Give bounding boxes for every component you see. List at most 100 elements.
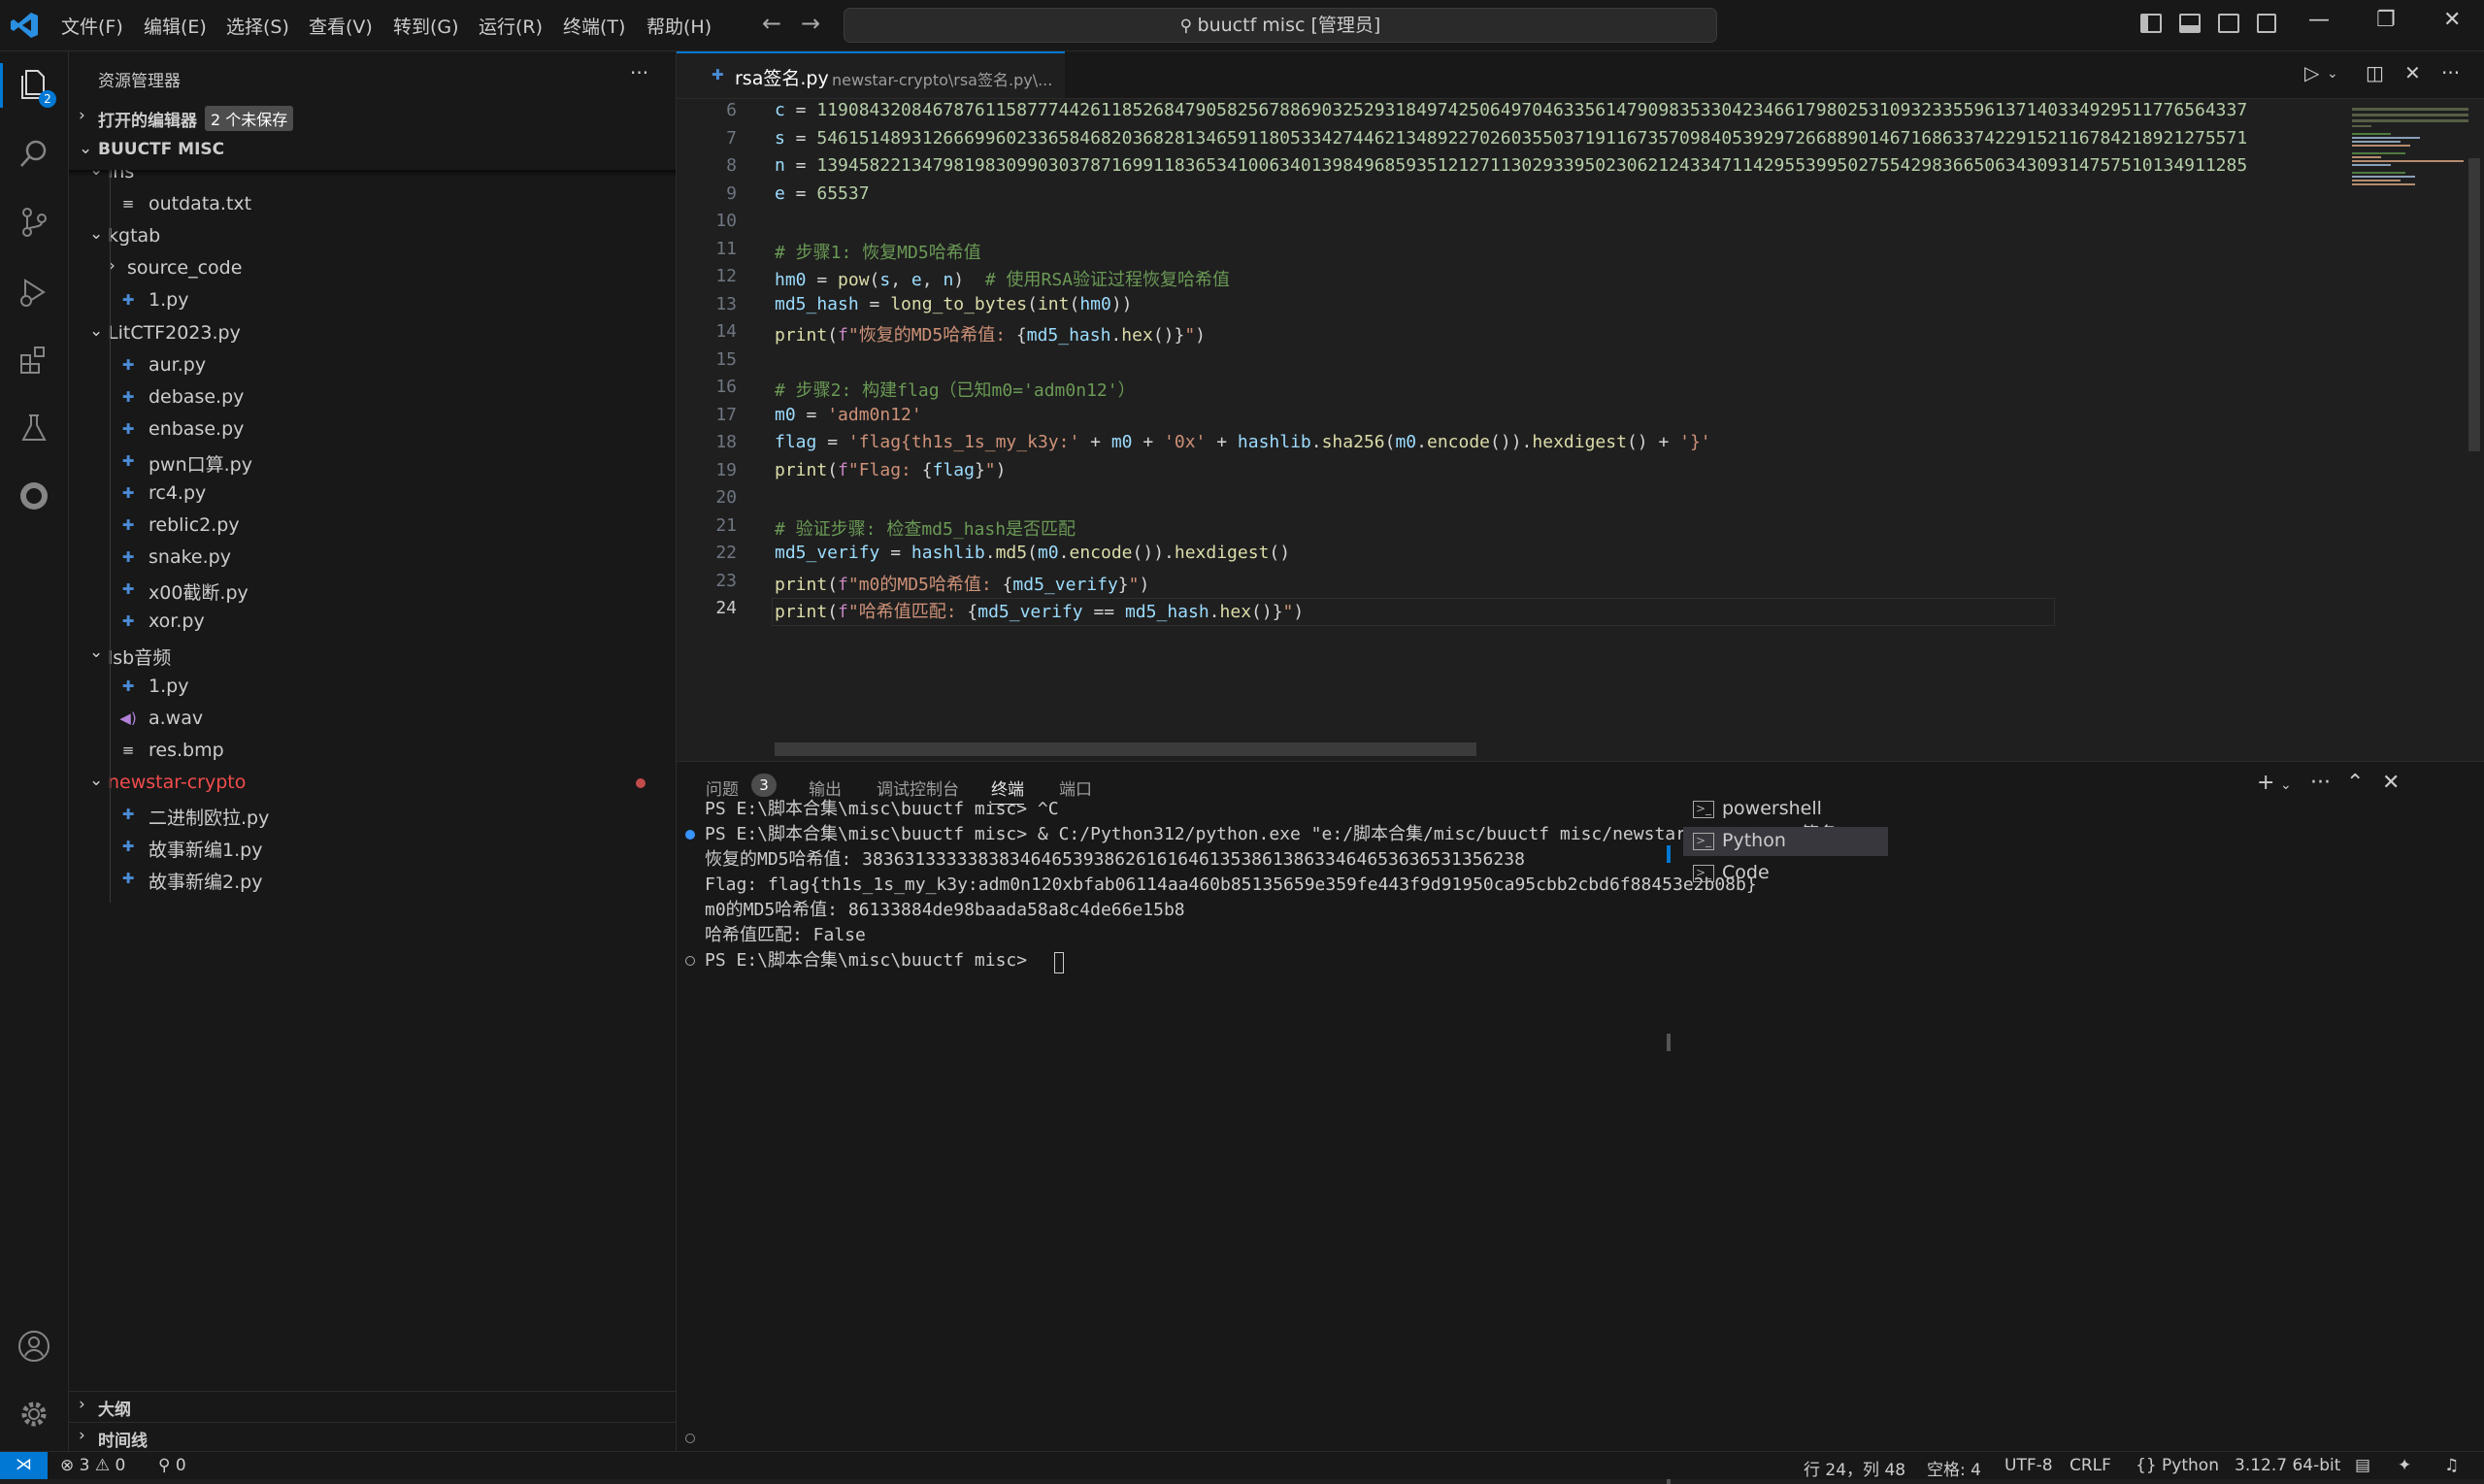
code-line[interactable]: 24 print(f"哈希值匹配: {md5_verify == md5_hash… bbox=[677, 598, 2346, 626]
editor-vertical-scrollbar[interactable] bbox=[2468, 158, 2480, 451]
tree-item[interactable]: ✚ aur.py bbox=[69, 349, 676, 381]
run-debug-icon[interactable] bbox=[17, 275, 51, 310]
code-line[interactable]: 12 hm0 = pow(s, e, n) # 使用RSA验证过程恢复哈希值 bbox=[677, 266, 2346, 294]
problems-status[interactable]: ⊗ 3 ⚠ 0 bbox=[60, 1456, 125, 1475]
tree-item[interactable]: ✚ snake.py bbox=[69, 542, 676, 574]
toggle-secondary-sidebar-icon[interactable] bbox=[2218, 14, 2239, 33]
code-line[interactable]: 8 n = 13945822134798198309903037871699118… bbox=[677, 155, 2346, 183]
tree-item[interactable]: ✚ rc4.py bbox=[69, 478, 676, 510]
cursor-position[interactable]: 行 24，列 48 bbox=[1804, 1456, 1905, 1480]
notifications-bell-icon[interactable]: ♫ bbox=[2444, 1456, 2459, 1475]
tree-item[interactable]: ✚ 1.py bbox=[69, 671, 676, 703]
encoding[interactable]: UTF-8 bbox=[2004, 1456, 2053, 1475]
code-line[interactable]: 16 # 步骤2: 构建flag（已知m0='adm0n12'） bbox=[677, 377, 2346, 405]
terminal-instance[interactable]: >_ Python bbox=[1683, 827, 1888, 856]
indentation[interactable]: 空格: 4 bbox=[1927, 1456, 1981, 1480]
terminal-instance[interactable]: >_ powershell bbox=[1683, 795, 1888, 824]
forward-arrow-icon[interactable]: → bbox=[801, 10, 820, 37]
menu-item[interactable]: 编辑(E) bbox=[144, 13, 207, 39]
code-line[interactable]: 14 print(f"恢复的MD5哈希值: {md5_hash.hex()}") bbox=[677, 321, 2346, 349]
code-line[interactable]: 11 # 步骤1: 恢复MD5哈希值 bbox=[677, 239, 2346, 267]
terminal-instance[interactable]: >_ Code bbox=[1683, 859, 1888, 888]
new-terminal-icon[interactable]: + bbox=[2257, 771, 2274, 795]
tree-item[interactable]: ≡ res.bmp bbox=[69, 735, 676, 767]
menu-item[interactable]: 运行(R) bbox=[479, 13, 543, 39]
editor-horizontal-scrollbar[interactable] bbox=[775, 742, 1476, 756]
terminal-dropdown-icon[interactable]: ⌄ bbox=[2280, 777, 2292, 793]
menu-item[interactable]: 查看(V) bbox=[309, 13, 373, 39]
copilot-icon[interactable]: ✦ bbox=[2398, 1456, 2411, 1475]
timeline-section[interactable]: › 时间线 bbox=[69, 1422, 676, 1451]
ports-status[interactable]: ⚲ 0 bbox=[158, 1456, 186, 1475]
tree-item[interactable]: ✚ 二进制欧拉.py bbox=[69, 799, 676, 831]
settings-gear-icon[interactable] bbox=[17, 1397, 51, 1432]
file-icon[interactable]: ▤ bbox=[2355, 1456, 2370, 1475]
tree-item[interactable]: ⌄ lsb音频 bbox=[69, 639, 676, 671]
code-line[interactable]: 9 e = 65537 bbox=[677, 183, 2346, 212]
tree-item[interactable]: › source_code bbox=[69, 252, 676, 284]
close-window-icon[interactable]: ✕ bbox=[2443, 8, 2461, 32]
toggle-primary-sidebar-icon[interactable] bbox=[2140, 14, 2162, 33]
restore-icon[interactable]: ❐ bbox=[2376, 8, 2396, 32]
tree-item[interactable]: ✚ xor.py bbox=[69, 606, 676, 638]
tree-item[interactable]: ✚ 故事新编2.py bbox=[69, 863, 676, 895]
tree-item[interactable]: ⌄ kgtab bbox=[69, 220, 676, 252]
folder-section[interactable]: ⌄ BUUCTF MISC bbox=[69, 136, 676, 165]
tree-item[interactable]: ✚ reblic2.py bbox=[69, 510, 676, 542]
more-actions-icon[interactable]: ··· bbox=[630, 61, 648, 84]
command-decoration-icon[interactable] bbox=[685, 956, 695, 966]
minimize-icon[interactable]: — bbox=[2308, 8, 2330, 32]
close-tab-icon[interactable]: ✕ bbox=[2404, 61, 2421, 84]
testing-flask-icon[interactable] bbox=[17, 411, 51, 445]
tree-item[interactable]: ✚ 1.py bbox=[69, 284, 676, 316]
back-arrow-icon[interactable]: ← bbox=[762, 10, 781, 37]
close-panel-icon[interactable]: ✕ bbox=[2382, 771, 2400, 795]
search-icon[interactable] bbox=[17, 137, 51, 172]
menu-item[interactable]: 帮助(H) bbox=[646, 13, 712, 39]
terminal-output[interactable]: PS E:\脚本合集\misc\buuctf misc> ^C PS E:\脚本合… bbox=[677, 762, 1879, 1452]
toggle-panel-icon[interactable] bbox=[2179, 14, 2201, 33]
code-line[interactable]: 7 s = 54615148931266699602336584682036828… bbox=[677, 128, 2346, 156]
code-line[interactable]: 22 md5_verify = hashlib.md5(m0.encode()).… bbox=[677, 543, 2346, 571]
tree-item[interactable]: ⌄ newstar-crypto bbox=[69, 767, 676, 799]
menu-item[interactable]: 文件(F) bbox=[61, 13, 123, 39]
extensions-icon[interactable] bbox=[17, 343, 51, 378]
line-ending[interactable]: CRLF bbox=[2070, 1456, 2111, 1475]
open-editors-section[interactable]: › 打开的编辑器 2 个未保存 bbox=[69, 103, 676, 132]
command-decoration-icon[interactable] bbox=[685, 830, 695, 840]
code-area[interactable]: 6 c = 11908432084678761158777442611852684… bbox=[677, 98, 2352, 739]
tree-item[interactable]: ✚ 没e.py bbox=[69, 895, 676, 903]
menu-item[interactable]: 终端(T) bbox=[563, 13, 625, 39]
tree-item[interactable]: ◀) a.wav bbox=[69, 703, 676, 735]
code-line[interactable]: 20 bbox=[677, 487, 2346, 515]
account-icon[interactable] bbox=[17, 1329, 51, 1364]
editor-more-icon[interactable]: ··· bbox=[2441, 61, 2460, 84]
code-line[interactable]: 15 bbox=[677, 349, 2346, 378]
menu-item[interactable]: 转到(G) bbox=[393, 13, 459, 39]
outline-section[interactable]: › 大纲 bbox=[69, 1391, 676, 1421]
source-control-icon[interactable] bbox=[17, 205, 51, 240]
customize-layout-icon[interactable] bbox=[2257, 14, 2276, 33]
maximize-panel-icon[interactable]: ⌃ bbox=[2346, 771, 2364, 795]
code-line[interactable]: 17 m0 = 'adm0n12' bbox=[677, 405, 2346, 433]
menu-item[interactable]: 选择(S) bbox=[226, 13, 289, 39]
tree-item[interactable]: ⌄ LitCTF2023.py bbox=[69, 317, 676, 349]
code-line[interactable]: 10 bbox=[677, 211, 2346, 239]
language-mode[interactable]: {} Python bbox=[2136, 1456, 2219, 1475]
run-dropdown-icon[interactable]: ⌄ bbox=[2327, 66, 2338, 82]
code-line[interactable]: 19 print(f"Flag: {flag}") bbox=[677, 460, 2346, 488]
code-line[interactable]: 23 print(f"m0的MD5哈希值: {md5_verify}") bbox=[677, 571, 2346, 599]
command-center[interactable]: ⚲ buuctf misc [管理员] bbox=[844, 8, 1717, 43]
tree-item[interactable]: ✚ pwn口算.py bbox=[69, 445, 676, 478]
python-interpreter[interactable]: 3.12.7 64-bit bbox=[2235, 1456, 2340, 1475]
tree-item[interactable]: ✚ enbase.py bbox=[69, 413, 676, 445]
tree-item[interactable]: ≡ outdata.txt bbox=[69, 188, 676, 220]
minimap[interactable] bbox=[2352, 98, 2468, 496]
panel-more-icon[interactable]: ··· bbox=[2310, 771, 2331, 795]
tree-item[interactable]: ✚ x00截断.py bbox=[69, 574, 676, 606]
run-file-icon[interactable]: ▷ bbox=[2304, 61, 2319, 84]
tree-item[interactable]: ✚ debase.py bbox=[69, 381, 676, 413]
code-line[interactable]: 13 md5_hash = long_to_bytes(int(hm0)) bbox=[677, 294, 2346, 322]
remote-indicator-icon[interactable]: ⋊ bbox=[0, 1452, 48, 1479]
code-line[interactable]: 6 c = 11908432084678761158777442611852684… bbox=[677, 100, 2346, 128]
